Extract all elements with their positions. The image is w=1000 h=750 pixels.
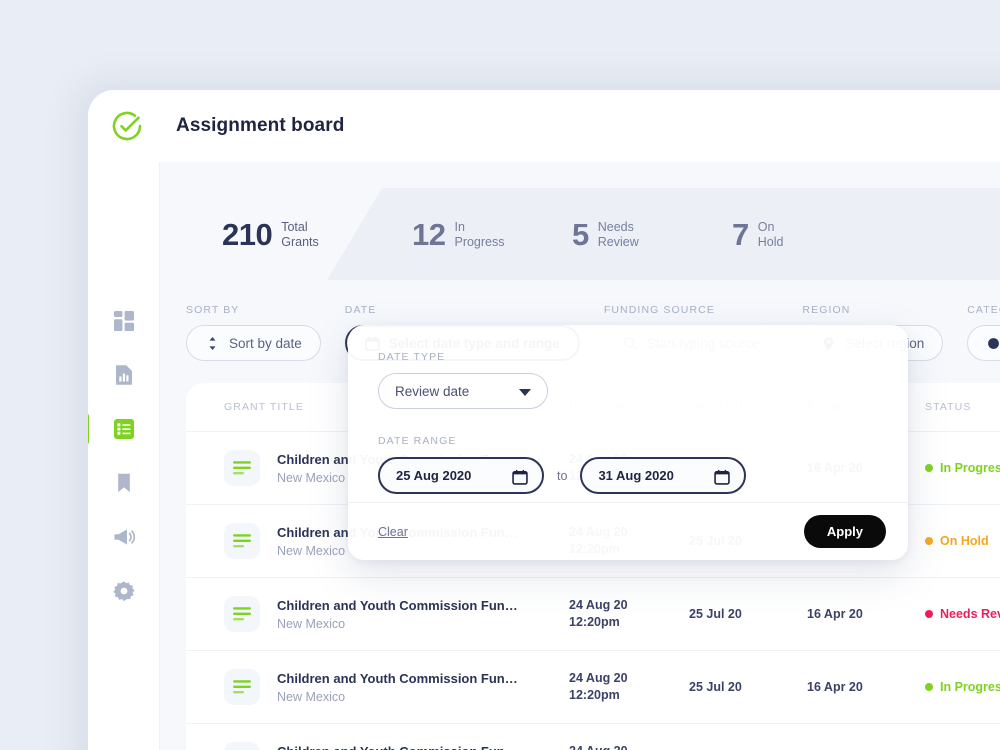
titlebar: Assignment board <box>88 90 1000 162</box>
app-window: Assignment board 210 Total Grants 12 In … <box>88 90 1000 750</box>
filter-label: FUNDING SOURCE <box>603 304 715 316</box>
check-circle-logo-icon <box>110 109 144 143</box>
circle-tag-icon <box>988 337 1000 349</box>
grid-dashboard-icon <box>113 311 134 331</box>
sidebar-item-reports[interactable] <box>88 348 159 402</box>
filter-label: SORT BY <box>186 304 240 316</box>
sort-updown-icon <box>209 336 216 350</box>
stat-label: In Progress <box>454 219 505 249</box>
cell-deadline: 24 Aug 20 12:20pm <box>569 671 628 702</box>
status-badge: Needs Review <box>925 607 1000 621</box>
cell-deadline: 24 Aug 20 12:20pm <box>569 598 628 629</box>
stat-label: Total Grants <box>281 219 319 249</box>
stat-needs-review[interactable]: 5 Needs Review <box>572 219 732 250</box>
stat-label: On Hold <box>757 219 784 249</box>
date-type-label: DATE TYPE <box>378 351 446 363</box>
sidebar <box>88 162 160 750</box>
sidebar-item-grants[interactable] <box>88 402 159 456</box>
chevron-down-icon <box>519 389 531 396</box>
grant-location-text: New Mexico <box>277 616 346 631</box>
gear-icon <box>112 581 135 601</box>
grant-lines-icon <box>224 596 260 632</box>
filter-label: DATE <box>344 304 377 316</box>
cell-deadline: 24 Aug 20 12:20pm <box>569 743 689 750</box>
status-badge: On Hold <box>925 534 1000 548</box>
screen-root: Assignment board 210 Total Grants 12 In … <box>0 0 1000 750</box>
table-row[interactable]: Children and Youth Commission Fun… New Me… <box>186 650 1000 723</box>
bookmark-icon <box>117 473 130 493</box>
date-type-select[interactable]: Review date <box>378 373 548 409</box>
grant-title-text: Children and Youth Commission Fun… <box>277 670 518 686</box>
table-row[interactable]: Children and Youth Commission Fun… New Me… <box>186 577 1000 650</box>
status-text: In Progress <box>940 461 1000 475</box>
status-dot-icon <box>925 537 933 545</box>
sidebar-item-saved[interactable] <box>88 456 159 510</box>
status-dot-icon <box>925 610 933 618</box>
grant-title-text: Children and Youth Commission Fun… <box>277 744 569 750</box>
cell-grant-title: Children and Youth Commission Fun…New Me… <box>277 744 569 750</box>
cell-review-date: 16 Apr 20 <box>807 606 863 621</box>
sidebar-item-settings[interactable] <box>88 564 159 618</box>
clear-filters-link[interactable]: Clear <box>378 525 408 539</box>
cell-grant-title: Children and Youth Commission Fun… New Me… <box>277 598 569 631</box>
cell-grant-date: 25 Jul 20 <box>689 606 742 621</box>
megaphone-icon <box>114 529 135 545</box>
cell-grant-date: 25 Jul 20 <box>689 679 742 694</box>
date-filter-popover: DATE TYPE Review date DATE RANGE 25 Aug … <box>348 325 908 560</box>
status-dot-icon <box>925 464 933 472</box>
apply-button[interactable]: Apply <box>803 515 886 548</box>
status-dot-icon <box>925 683 933 691</box>
categories-dropdown[interactable]: Select categories <box>967 325 1000 361</box>
date-to-input[interactable]: 31 Aug 2020 <box>580 457 747 494</box>
date-range-separator: to <box>557 468 568 483</box>
stats-bar: 210 Total Grants 12 In Progress 5 Needs … <box>186 188 1000 280</box>
page-title: Assignment board <box>176 115 345 136</box>
list-view-icon <box>113 419 134 439</box>
stat-label: Needs Review <box>597 219 639 249</box>
calendar-icon <box>714 469 731 485</box>
stat-value: 12 <box>412 216 446 252</box>
stat-value: 7 <box>732 216 749 252</box>
status-text: In Progress <box>940 680 1000 694</box>
date-from-input[interactable]: 25 Aug 2020 <box>378 457 544 494</box>
grant-lines-icon <box>224 523 260 559</box>
cell-review-date: 16 Apr 20 <box>807 679 863 694</box>
sort-by-value: Sort by date <box>229 335 302 351</box>
stat-on-hold[interactable]: 7 On Hold <box>732 219 892 250</box>
stat-in-progress[interactable]: 12 In Progress <box>412 219 572 250</box>
status-text: On Hold <box>940 534 989 548</box>
filter-sort-by: SORT BY Sort by date <box>186 304 321 361</box>
chart-report-icon <box>115 365 132 385</box>
status-badge: In Progress <box>925 461 1000 475</box>
stat-value: 5 <box>572 216 589 252</box>
filter-label: CATEGORIES <box>967 304 1000 316</box>
grant-lines-icon <box>224 450 260 486</box>
grant-location-text: New Mexico <box>277 689 346 704</box>
sidebar-item-announcements[interactable] <box>88 510 159 564</box>
date-range-label: DATE RANGE <box>378 435 457 447</box>
status-badge: In Progress <box>925 680 1000 694</box>
column-header-status: STATUS <box>925 401 972 413</box>
date-from-value: 25 Aug 2020 <box>396 468 472 483</box>
table-row[interactable]: Children and Youth Commission Fun…New Me… <box>186 723 1000 750</box>
grant-lines-icon <box>224 742 260 750</box>
sidebar-item-dashboard[interactable] <box>88 294 159 348</box>
cell-grant-title: Children and Youth Commission Fun… New Me… <box>277 671 569 704</box>
filter-label: REGION <box>802 304 851 316</box>
sort-by-dropdown[interactable]: Sort by date <box>186 325 321 361</box>
grant-lines-icon <box>224 669 260 705</box>
filter-categories: CATEGORIES Select categories <box>967 304 1000 361</box>
grant-title-text: Children and Youth Commission Fun… <box>277 597 518 613</box>
stat-total-grants[interactable]: 210 Total Grants <box>222 219 412 250</box>
stat-value: 210 <box>222 216 273 252</box>
status-text: Needs Review <box>940 607 1000 621</box>
date-type-value: Review date <box>395 383 470 399</box>
date-to-value: 31 Aug 2020 <box>598 468 674 483</box>
calendar-icon <box>512 469 528 485</box>
